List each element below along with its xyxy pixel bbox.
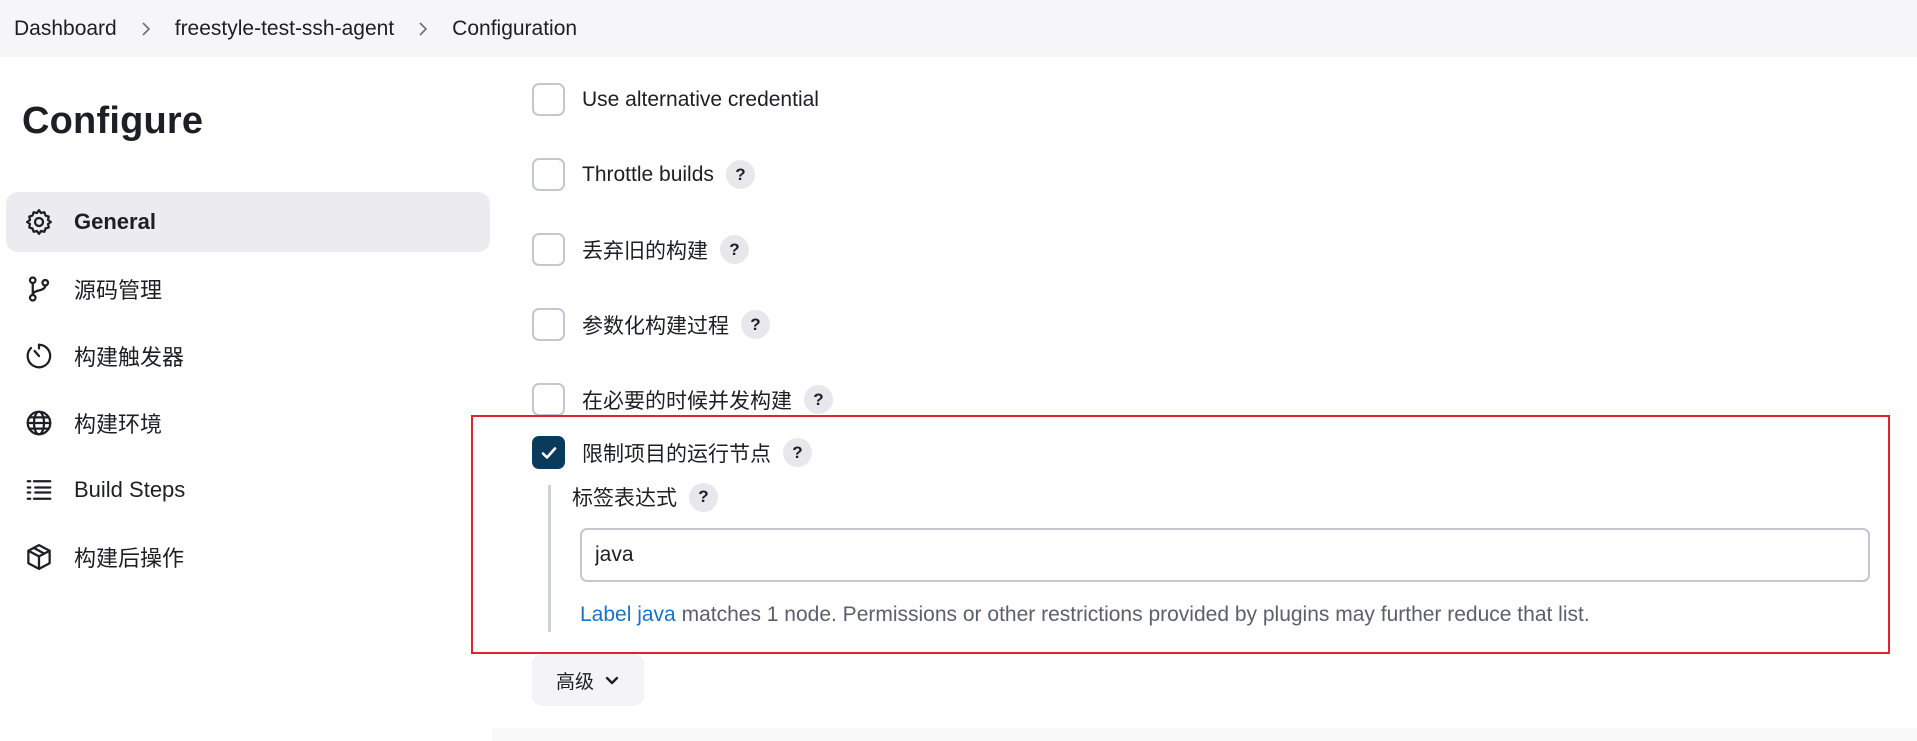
sidebar-item-environment[interactable]: 构建环境: [6, 393, 490, 453]
sidebar-item-build-steps[interactable]: Build Steps: [6, 460, 490, 520]
package-icon: [22, 540, 56, 574]
advanced-label: 高级: [555, 671, 594, 693]
sidebar-item-label: Build Steps: [74, 477, 186, 502]
gear-icon: [22, 205, 56, 239]
sidebar-item-label: 构建环境: [74, 412, 163, 437]
bottom-panel-edge: [492, 728, 1917, 741]
checkbox[interactable]: [532, 233, 565, 266]
sidebar-item-label: 构建触发器: [74, 345, 185, 370]
option-label: Use alternative credential: [582, 87, 819, 111]
git-branch-icon: [22, 272, 56, 306]
breadcrumb-dashboard[interactable]: Dashboard: [8, 17, 123, 41]
page-title: Configure: [22, 100, 204, 142]
option-label: 丢弃旧的构建: [582, 239, 708, 263]
globe-icon: [22, 406, 56, 440]
option-parameterized-build: 参数化构建过程 ?: [532, 308, 770, 341]
chevron-right-icon: [416, 21, 430, 36]
checkbox[interactable]: [532, 158, 565, 191]
sidebar-item-label: General: [74, 209, 156, 234]
sidebar-item-label: 构建后操作: [74, 546, 185, 571]
timer-icon: [22, 339, 56, 373]
sidebar: General 源码管理 构建触发器 构建环境 Build Steps 构建后操…: [6, 192, 490, 594]
chevron-down-icon: [605, 676, 619, 685]
help-icon[interactable]: ?: [804, 385, 833, 414]
option-use-alternative-credential: Use alternative credential: [532, 83, 819, 116]
help-icon[interactable]: ?: [720, 235, 749, 264]
sidebar-item-triggers[interactable]: 构建触发器: [6, 326, 490, 386]
checkbox[interactable]: [532, 308, 565, 341]
sidebar-item-general[interactable]: General: [6, 192, 490, 252]
option-discard-old-builds: 丢弃旧的构建 ?: [532, 233, 749, 266]
breadcrumb-job[interactable]: freestyle-test-ssh-agent: [169, 17, 400, 41]
list-icon: [22, 473, 56, 507]
sidebar-item-post-build[interactable]: 构建后操作: [6, 527, 490, 587]
advanced-button[interactable]: 高级: [532, 654, 644, 706]
checkbox[interactable]: [532, 383, 565, 416]
option-label: 参数化构建过程: [582, 314, 729, 338]
option-label: 在必要的时候并发构建: [582, 389, 792, 413]
chevron-right-icon: [139, 21, 153, 36]
checkbox[interactable]: [532, 83, 565, 116]
option-label: Throttle builds: [582, 162, 714, 186]
option-throttle-builds: Throttle builds ?: [532, 158, 755, 191]
sidebar-item-scm[interactable]: 源码管理: [6, 259, 490, 319]
sidebar-item-label: 源码管理: [74, 278, 163, 303]
option-concurrent-builds: 在必要的时候并发构建 ?: [532, 383, 833, 416]
help-icon[interactable]: ?: [741, 310, 770, 339]
help-icon[interactable]: ?: [725, 160, 755, 189]
highlight-annotation: [471, 415, 1890, 654]
